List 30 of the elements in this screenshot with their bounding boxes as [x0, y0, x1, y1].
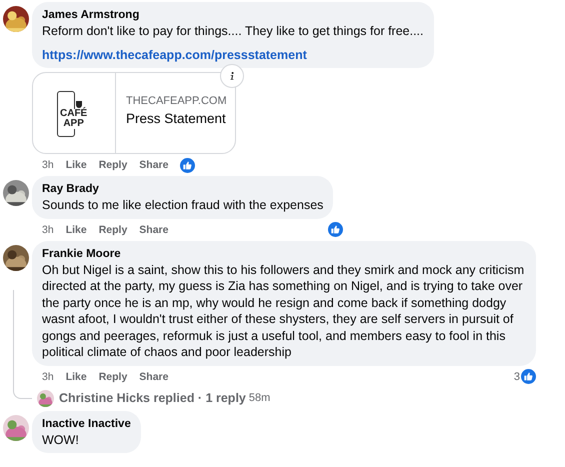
author-name[interactable]: Inactive Inactive [42, 416, 131, 432]
author-name[interactable]: James Armstrong [42, 7, 424, 23]
thumbs-up-icon[interactable] [328, 222, 344, 237]
author-name[interactable]: Frankie Moore [42, 246, 526, 262]
reaction-count[interactable]: 3 [514, 370, 520, 382]
comment-text: WOW! [42, 432, 80, 448]
action-link[interactable]: Reply [98, 224, 128, 236]
comment-text: Reform don't like to pay for things.... They like to get things for free.... [42, 23, 424, 40]
action-link[interactable]: Share [139, 224, 168, 236]
link-title: Press Statement [126, 110, 227, 128]
replies-link[interactable]: Christine Hicks replied · 1 reply [59, 391, 246, 405]
thumbs-up-icon[interactable] [521, 369, 536, 384]
action-link[interactable]: Like [66, 370, 87, 382]
action-link[interactable]: Reply [98, 370, 128, 382]
timestamp[interactable]: 3h [42, 370, 54, 382]
action-link[interactable]: Reply [98, 159, 128, 171]
comment-text: Sounds to me like election fraud with the expenses [42, 197, 324, 214]
comment-text: Oh but Nigel is a saint, show this to his followers and they smirk and mock any criticism directed at the party, my guess is Zia has something on Nigel, and is trying to take over the party once he is an mp, why would he resign and come back if something dodgy wasnt afoot, I wouldn't trust either of these shysters, they are self servers in pursuit of gongs and peerages, reformuk is just a useful tool, and members easy to fool in this political climate of chaos and poor leadership [42, 262, 526, 360]
action-link[interactable]: Like [66, 159, 87, 171]
link-domain: THECAFEAPP.COM [126, 94, 227, 109]
timestamp[interactable]: 3h [42, 224, 54, 236]
link[interactable]: https://www.thecafeapp.com/pressstatement [42, 46, 424, 63]
author-name[interactable]: Ray Brady [42, 181, 324, 197]
thumbs-up-icon[interactable] [180, 158, 196, 172]
action-link[interactable]: Share [139, 159, 168, 171]
timestamp: 58m [248, 392, 270, 404]
logo-drawing: CAFÉ APP [33, 73, 116, 153]
action-link[interactable]: Share [139, 370, 168, 382]
action-link[interactable]: Like [66, 224, 87, 236]
timestamp[interactable]: 3h [42, 159, 54, 171]
